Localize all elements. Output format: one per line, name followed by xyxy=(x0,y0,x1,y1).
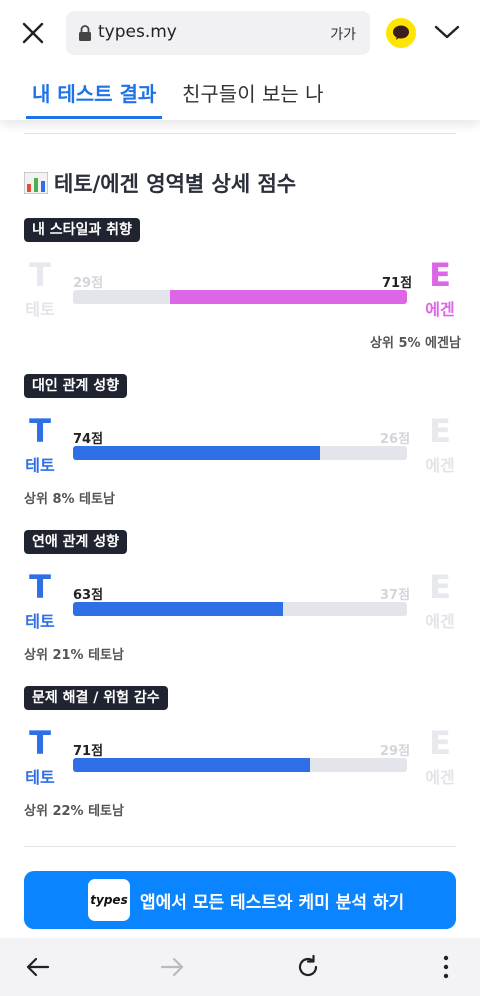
score-bar xyxy=(73,446,407,460)
egen-score: 29점 xyxy=(380,744,411,759)
egen-letter: E xyxy=(429,568,451,606)
reload-icon[interactable] xyxy=(294,953,322,981)
rank-text: 상위 22% 테토남 xyxy=(24,804,124,819)
teto-score: 74점 xyxy=(73,432,104,447)
score-bar xyxy=(73,290,407,304)
egen-letter: E xyxy=(429,256,451,294)
teto-score: 63점 xyxy=(73,588,104,603)
rank-text: 상위 8% 테토남 xyxy=(24,492,115,507)
open-app-label: 앱에서 모든 테스트와 케미 분석 하기 xyxy=(140,893,405,913)
category-label: 문제 해결 / 위험 감수 xyxy=(24,686,168,710)
teto-letter: T xyxy=(29,256,51,294)
teto-fill xyxy=(73,758,311,772)
teto-score: 29점 xyxy=(73,276,104,291)
egen-fill xyxy=(169,290,407,304)
close-icon[interactable] xyxy=(18,18,48,48)
rank-text: 상위 21% 테토남 xyxy=(24,648,124,663)
section-title: 테토/에겐 영역별 상세 점수 xyxy=(24,168,296,198)
egen-score: 37점 xyxy=(380,588,411,603)
url-text: types.my xyxy=(98,22,177,42)
divider xyxy=(24,846,456,847)
more-options-icon[interactable] xyxy=(432,953,460,981)
egen-score: 71점 xyxy=(382,276,413,291)
open-app-button[interactable]: types 앱에서 모든 테스트와 케미 분석 하기 xyxy=(24,871,456,929)
forward-arrow-icon[interactable] xyxy=(158,953,186,981)
bar-chart-icon xyxy=(24,172,48,194)
browser-bottom-bar xyxy=(0,938,480,996)
result-tabs: 내 테스트 결과 친구들이 보는 나 xyxy=(0,66,480,120)
teto-label: 테토 xyxy=(25,300,55,319)
teto-fill xyxy=(73,602,284,616)
teto-label: 테토 xyxy=(25,612,55,631)
tab-friends-view[interactable]: 친구들이 보는 나 xyxy=(182,78,324,107)
score-bar xyxy=(73,602,407,616)
teto-label: 테토 xyxy=(25,768,55,787)
kakao-icon[interactable] xyxy=(386,18,416,48)
teto-label: 테토 xyxy=(25,456,55,475)
teto-letter: T xyxy=(29,412,51,450)
egen-label: 에겐 xyxy=(425,300,455,319)
egen-letter: E xyxy=(429,724,451,762)
types-logo: types xyxy=(88,879,130,921)
teto-fill xyxy=(73,446,321,460)
chevron-down-icon[interactable] xyxy=(434,22,460,42)
browser-toolbar: types.my 가가 xyxy=(0,0,480,66)
text-size-button[interactable]: 가가 xyxy=(330,24,356,44)
egen-label: 에겐 xyxy=(425,456,455,475)
category-label: 연애 관계 성향 xyxy=(24,530,128,554)
category-label: 내 스타일과 취향 xyxy=(24,218,140,242)
teto-score: 71점 xyxy=(73,744,104,759)
section-title-text: 테토/에겐 영역별 상세 점수 xyxy=(54,172,297,196)
egen-label: 에겐 xyxy=(425,612,455,631)
address-bar[interactable]: types.my 가가 xyxy=(66,11,370,55)
teto-letter: T xyxy=(29,724,51,762)
rank-text: 상위 5% 에겐남 xyxy=(370,336,461,351)
egen-label: 에겐 xyxy=(425,768,455,787)
egen-letter: E xyxy=(429,412,451,450)
divider xyxy=(24,133,456,134)
back-arrow-icon[interactable] xyxy=(24,953,52,981)
lock-icon xyxy=(79,25,91,41)
teto-letter: T xyxy=(29,568,51,606)
tab-my-results[interactable]: 내 테스트 결과 xyxy=(25,78,163,119)
egen-score: 26점 xyxy=(380,432,411,447)
category-label: 대인 관계 성향 xyxy=(24,374,128,398)
score-bar xyxy=(73,758,407,772)
